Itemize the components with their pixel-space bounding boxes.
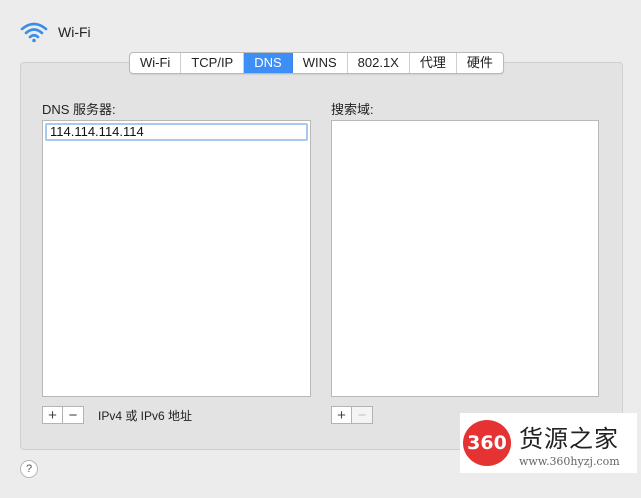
search-domains-label: 搜索域:	[331, 102, 374, 117]
tab-8021x[interactable]: 802.1X	[348, 53, 410, 73]
page-title: Wi-Fi	[58, 24, 91, 40]
tab-wifi[interactable]: Wi-Fi	[130, 53, 182, 73]
tab-tcpip[interactable]: TCP/IP	[181, 53, 245, 73]
tab-dns[interactable]: DNS	[244, 53, 293, 73]
tab-hardware[interactable]: 硬件	[457, 53, 503, 73]
wifi-icon	[20, 22, 48, 43]
dns-hint: IPv4 或 IPv6 地址	[98, 409, 193, 423]
remove-dns-server-button[interactable]: −	[63, 406, 84, 424]
dns-servers-list[interactable]: 114.114.114.114	[42, 120, 311, 397]
tab-proxy[interactable]: 代理	[410, 53, 457, 73]
watermark: 360 货源之家 www.360hyzj.com	[460, 413, 637, 473]
tab-wins[interactable]: WINS	[293, 53, 348, 73]
dns-server-entry[interactable]: 114.114.114.114	[45, 123, 308, 141]
dns-servers-label: DNS 服务器:	[42, 102, 116, 117]
remove-search-domain-button[interactable]: −	[352, 406, 373, 424]
add-search-domain-button[interactable]: +	[331, 406, 352, 424]
watermark-title: 货源之家	[519, 424, 619, 453]
dns-server-buttons: + −	[42, 406, 84, 424]
search-domains-list[interactable]	[331, 120, 599, 397]
tab-bar: Wi-Fi TCP/IP DNS WINS 802.1X 代理 硬件	[129, 52, 504, 74]
help-button[interactable]: ?	[20, 460, 38, 478]
watermark-logo: 360	[463, 420, 511, 466]
search-domain-buttons: + −	[331, 406, 373, 424]
watermark-url: www.360hyzj.com	[519, 454, 620, 468]
add-dns-server-button[interactable]: +	[42, 406, 63, 424]
window-header: Wi-Fi	[20, 18, 91, 46]
